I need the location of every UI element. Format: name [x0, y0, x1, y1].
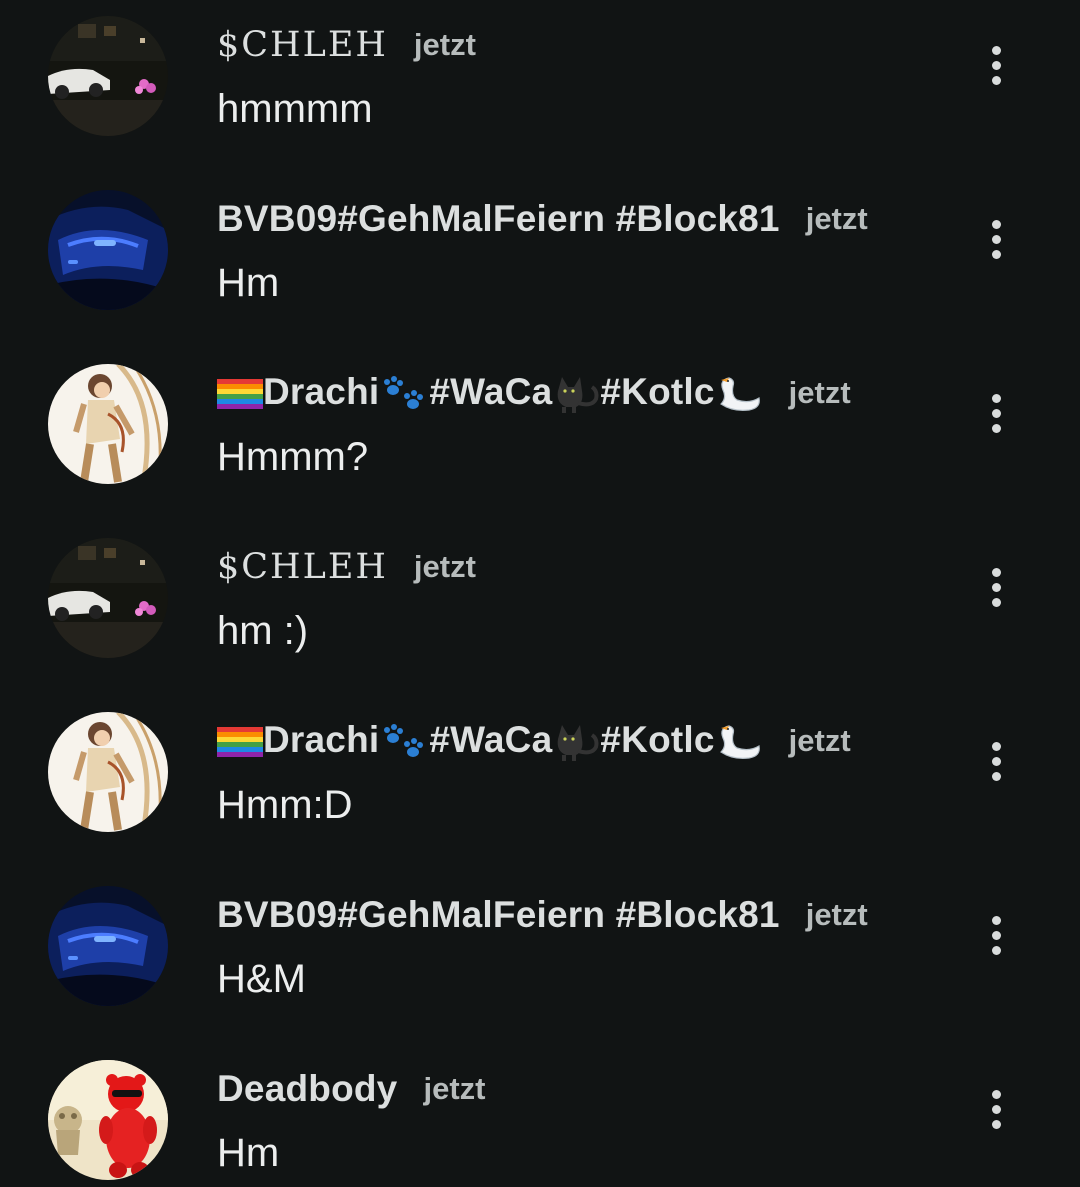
username-part: #Kotlc	[600, 718, 715, 760]
comment-item: BVB09#GehMalFeiern #Block81 jetzt Hm	[0, 174, 1080, 348]
username-part: #WaCa	[429, 370, 553, 412]
comment-header: Drachi #WaCa #Kotlc jetzt	[217, 718, 851, 764]
comment-text: hmmmm	[217, 87, 373, 131]
username-part: Drachi	[263, 718, 380, 760]
anime-character-avatar	[48, 712, 168, 832]
car-night-avatar	[48, 538, 168, 658]
car-night-avatar	[48, 16, 168, 136]
more-options-button[interactable]	[974, 1068, 1018, 1150]
vertical-ellipsis-icon	[991, 1089, 1001, 1099]
comment-text: H&M	[217, 957, 306, 1001]
comment-item: Drachi #WaCa #Kotlc jetzt Hmm:D	[0, 696, 1080, 870]
more-options-button[interactable]	[974, 372, 1018, 454]
username[interactable]: Deadbody	[217, 1068, 397, 1110]
vertical-ellipsis-icon	[991, 741, 1001, 751]
swan-icon	[719, 725, 760, 760]
user-avatar[interactable]	[48, 712, 168, 832]
more-options-button[interactable]	[974, 24, 1018, 106]
ellipsis-dot	[991, 423, 1001, 433]
comment-header: BVB09#GehMalFeiern #Block81 jetzt	[217, 196, 868, 242]
ellipsis-dot	[991, 582, 1001, 592]
vertical-ellipsis-icon	[991, 393, 1001, 403]
comment-header: BVB09#GehMalFeiern #Block81 jetzt	[217, 892, 868, 938]
username[interactable]: Drachi #WaCa #Kotlc	[217, 719, 763, 763]
ellipsis-dot	[991, 756, 1001, 766]
timestamp: jetzt	[413, 27, 476, 62]
comment-text: Hmm:D	[217, 783, 353, 827]
user-avatar[interactable]	[48, 190, 168, 310]
paw-prints-icon	[384, 724, 424, 758]
ellipsis-dot	[991, 249, 1001, 259]
more-options-button[interactable]	[974, 720, 1018, 802]
blue-motorbike-avatar	[48, 190, 168, 310]
vertical-ellipsis-icon	[991, 45, 1001, 55]
vertical-ellipsis-icon	[991, 915, 1001, 925]
more-options-button[interactable]	[974, 894, 1018, 976]
timestamp: jetzt	[413, 549, 476, 584]
blue-motorbike-avatar	[48, 886, 168, 1006]
username[interactable]: Drachi #WaCa #Kotlc	[217, 371, 763, 415]
comment-header: $CHLEH jetzt	[217, 22, 476, 68]
comment-text: hm :)	[217, 609, 309, 653]
username[interactable]: BVB09#GehMalFeiern #Block81	[217, 894, 780, 936]
paw-prints-icon	[384, 376, 424, 410]
comment-item: BVB09#GehMalFeiern #Block81 jetzt H&M	[0, 870, 1080, 1044]
red-gummy-bear-avatar	[48, 1060, 168, 1180]
comment-item: Drachi #WaCa #Kotlc jetzt Hmmm?	[0, 348, 1080, 522]
ellipsis-dot	[991, 60, 1001, 70]
comment-header: Deadbody jetzt	[217, 1066, 485, 1112]
black-cat-icon	[558, 377, 599, 414]
timestamp: jetzt	[805, 897, 868, 932]
rainbow-flag-icon	[217, 727, 263, 758]
username[interactable]: $CHLEH	[217, 547, 388, 587]
timestamp: jetzt	[788, 375, 851, 410]
timestamp: jetzt	[805, 201, 868, 236]
comment-text: Hmmm?	[217, 435, 369, 479]
ellipsis-dot	[991, 234, 1001, 244]
user-avatar[interactable]	[48, 364, 168, 484]
user-avatar[interactable]	[48, 538, 168, 658]
ellipsis-dot	[991, 1119, 1001, 1129]
comment-list: $CHLEH jetzt hmmmm BVB09#GehMalFeiern #B…	[0, 0, 1080, 1187]
rainbow-flag-icon	[217, 379, 263, 410]
username-part: Drachi	[263, 370, 380, 412]
ellipsis-dot	[991, 771, 1001, 781]
ellipsis-dot	[991, 597, 1001, 607]
user-avatar[interactable]	[48, 1060, 168, 1180]
timestamp: jetzt	[423, 1071, 486, 1106]
comment-item: Deadbody jetzt Hm	[0, 1044, 1080, 1187]
timestamp: jetzt	[788, 723, 851, 758]
ellipsis-dot	[991, 930, 1001, 940]
username-part: #Kotlc	[600, 370, 715, 412]
ellipsis-dot	[991, 945, 1001, 955]
vertical-ellipsis-icon	[991, 567, 1001, 577]
username[interactable]: $CHLEH	[217, 25, 388, 65]
comment-item: $CHLEH jetzt hm :)	[0, 522, 1080, 696]
comment-header: Drachi #WaCa #Kotlc jetzt	[217, 370, 851, 416]
ellipsis-dot	[991, 1104, 1001, 1114]
comment-text: Hm	[217, 261, 280, 305]
more-options-button[interactable]	[974, 198, 1018, 280]
username-part: #WaCa	[429, 718, 553, 760]
ellipsis-dot	[991, 408, 1001, 418]
comment-item: $CHLEH jetzt hmmmm	[0, 0, 1080, 174]
ellipsis-dot	[991, 75, 1001, 85]
swan-icon	[719, 377, 760, 412]
comment-header: $CHLEH jetzt	[217, 544, 476, 590]
vertical-ellipsis-icon	[991, 219, 1001, 229]
anime-character-avatar	[48, 364, 168, 484]
username[interactable]: BVB09#GehMalFeiern #Block81	[217, 198, 780, 240]
comment-text: Hm	[217, 1131, 280, 1175]
user-avatar[interactable]	[48, 886, 168, 1006]
more-options-button[interactable]	[974, 546, 1018, 628]
user-avatar[interactable]	[48, 16, 168, 136]
black-cat-icon	[558, 725, 599, 762]
